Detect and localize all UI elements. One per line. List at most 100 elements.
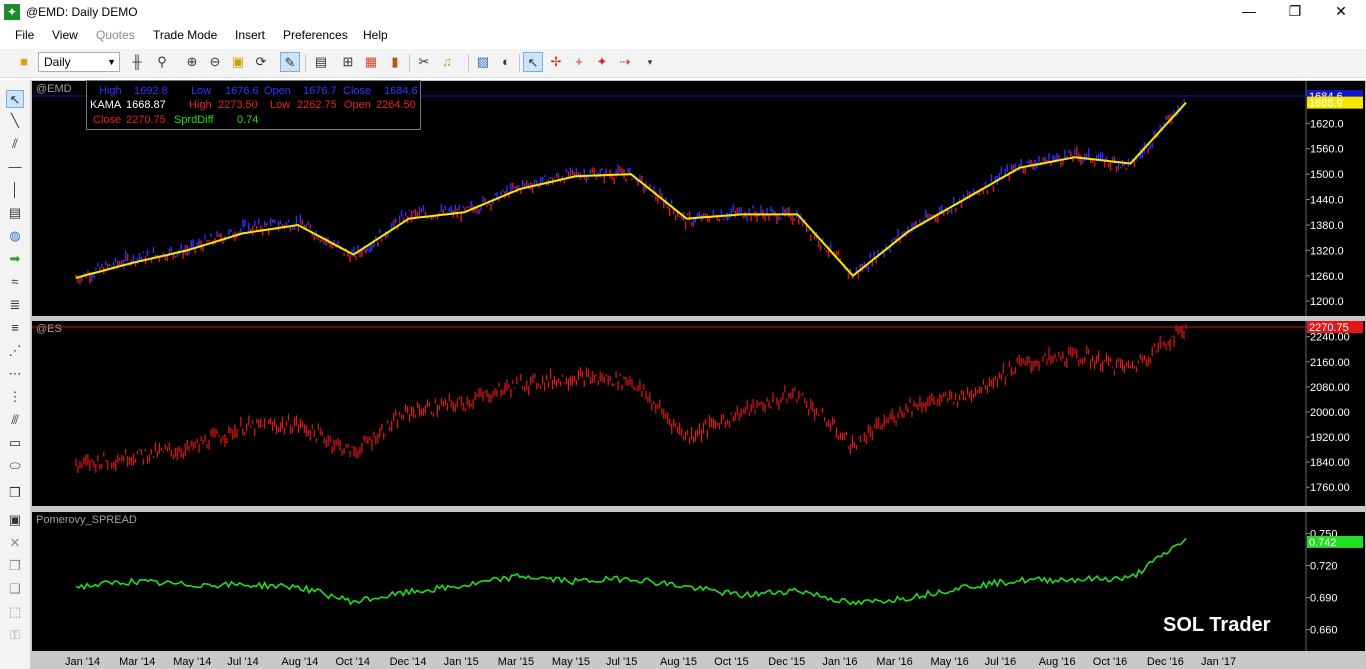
kama-value-label: 1668.9	[1309, 98, 1343, 110]
text-note-icon[interactable]: ▤	[6, 204, 24, 222]
trendline-tool-icon[interactable]: ╲	[6, 112, 24, 130]
dw-emd-open-label: Open	[264, 85, 291, 97]
rectangle-tool-icon[interactable]: ▭	[6, 434, 24, 452]
notebook-icon[interactable]: ▧	[473, 52, 493, 72]
toolbar: ■ Daily ▼ ╫ ⚲ ⊕ ⊖ ▣ ⟳ ✎ ▤ ⊞ ▦ ▮ ✂ ♫ ▧ ◐ …	[0, 49, 1366, 78]
minimize-button[interactable]: —	[1226, 0, 1272, 24]
lock-icon[interactable]: ▣	[228, 52, 248, 72]
wave-tool-icon[interactable]: ≈	[6, 273, 24, 291]
dw-emd-low: 1676.6	[225, 85, 259, 97]
price-tick-label: 0.690	[1310, 593, 1338, 605]
price-tick-label: 2080.00	[1310, 382, 1350, 394]
dw-emd-close-label: Close	[343, 85, 372, 97]
refresh-icon[interactable]: ⟳	[251, 52, 271, 72]
pitchfork-icon[interactable]: ⋯	[6, 365, 24, 383]
channel-tool-icon[interactable]: ⫽	[6, 135, 24, 153]
price-tick-label: 1620.0	[1310, 118, 1344, 130]
dw-es-low: 2262.75	[297, 99, 337, 111]
select-tool-icon[interactable]: ↖	[6, 90, 24, 108]
pane-title: @ES	[36, 323, 62, 335]
chevron-down-icon: ▼	[107, 57, 116, 67]
menu-trade-mode[interactable]: Trade Mode	[153, 28, 217, 42]
tree-icon[interactable]: ⊞	[338, 52, 358, 72]
pane-title: Pomerovy_SPREAD	[36, 514, 137, 526]
color-bars-icon[interactable]: ▦	[361, 52, 381, 72]
menu-file[interactable]: File	[15, 28, 34, 42]
price-tick-label: 1260.0	[1310, 271, 1344, 283]
crosshair-red-icon[interactable]: +	[569, 52, 589, 72]
fibonacci-icon[interactable]: ≣	[6, 296, 24, 314]
time-axis-label: May '15	[552, 656, 590, 668]
dw-kama-label: KAMA	[90, 99, 122, 111]
dw-emd-low-label: Low	[191, 85, 212, 97]
time-axis-label: May '16	[931, 656, 969, 668]
dw-spread-label: SprdDiff	[174, 114, 214, 126]
dw-emd-close: 1684.6	[384, 85, 418, 97]
time-axis-label: Aug '15	[660, 656, 697, 668]
dw-kama: 1668.87	[126, 99, 166, 111]
chart-canvas[interactable]: @EMD 1620.0 1560.0 1500.0 1440.0 1380.0 1320.0…	[31, 80, 1366, 669]
ellipse-tool-icon[interactable]: ⬭	[6, 457, 24, 475]
gann-fan-icon[interactable]: ⋰	[6, 342, 24, 360]
close-button[interactable]: ✕	[1318, 0, 1364, 24]
arrow-tool-icon[interactable]: ➡	[6, 250, 24, 268]
menu-preferences[interactable]: Preferences	[283, 28, 348, 42]
menu-view[interactable]: View	[52, 28, 78, 42]
price-tick-label: 2160.00	[1310, 357, 1350, 369]
paste-icon[interactable]: ❏	[6, 580, 24, 598]
time-axis-label: Jan '14	[65, 656, 100, 668]
time-axis-label: Dec '16	[1147, 656, 1184, 668]
histogram-icon[interactable]: ▮	[385, 52, 405, 72]
menu-help[interactable]: Help	[363, 28, 388, 42]
price-tick-label: 1200.0	[1310, 296, 1344, 308]
watermark: SOL Trader	[1163, 614, 1271, 636]
dw-emd-high-label: High	[99, 85, 122, 97]
zoom-icon[interactable]: ⚲	[152, 52, 172, 72]
time-axis-label: Oct '15	[714, 656, 749, 668]
lock-drawing-icon[interactable]: ⚿	[6, 626, 24, 644]
app-logo-icon: ✦	[4, 4, 20, 20]
copy-icon[interactable]: ❐	[6, 557, 24, 575]
instrument-icon[interactable]: ■	[14, 52, 34, 72]
menu-quotes[interactable]: Quotes	[96, 28, 135, 42]
template-icon[interactable]: ▤	[311, 52, 331, 72]
alert-icon[interactable]: ♫	[437, 52, 457, 72]
toolbar-overflow-icon[interactable]: ▾	[640, 52, 660, 72]
zoom-in-icon[interactable]: ⊕	[182, 52, 202, 72]
time-axis-label: Jan '16	[822, 656, 857, 668]
horizontal-line-icon[interactable]: —	[6, 158, 24, 176]
properties-icon[interactable]: ▣	[6, 511, 24, 529]
pointer-icon[interactable]: ↖	[523, 52, 543, 72]
maximize-button[interactable]: ❐	[1272, 0, 1318, 24]
chart-window[interactable]: @EMD 1620.0 1560.0 1500.0 1440.0 1380.0 1320.0…	[31, 80, 1366, 669]
speed-lines-icon[interactable]: ⋮	[6, 388, 24, 406]
bar-type-icon[interactable]: ╫	[127, 52, 147, 72]
time-axis-label: Aug '14	[281, 656, 318, 668]
dw-es-high: 2273.50	[218, 99, 258, 111]
dw-es-open: 2264.50	[376, 99, 416, 111]
callout-icon[interactable]: ◍	[6, 227, 24, 245]
delete-icon[interactable]: ✕	[6, 534, 24, 552]
interval-select[interactable]: Daily ▼	[38, 52, 120, 72]
dw-emd-open: 1676.7	[303, 85, 337, 97]
layers-icon[interactable]: ❒	[6, 484, 24, 502]
group-icon[interactable]: ⬚	[6, 603, 24, 621]
dw-es-low-label: Low	[270, 99, 291, 111]
parallel-lines-icon[interactable]: ⫻	[6, 411, 24, 429]
vertical-line-icon[interactable]: │	[6, 181, 24, 199]
time-axis-label: Mar '15	[498, 656, 534, 668]
zoom-out-icon[interactable]: ⊖	[205, 52, 225, 72]
crosshair-star-icon[interactable]: ✦	[592, 52, 612, 72]
fib-extension-icon[interactable]: ≡	[6, 319, 24, 337]
window-title: @EMD: Daily DEMO	[26, 5, 138, 19]
title-bar: ✦ @EMD: Daily DEMO — ❐ ✕	[0, 0, 1366, 24]
cursor-mode-icon[interactable]: ✎	[280, 52, 300, 72]
mouse-icon[interactable]: ◐	[496, 52, 516, 72]
price-tick-label: 2000.00	[1310, 407, 1350, 419]
crosshair-icon[interactable]: ✢	[546, 52, 566, 72]
cut-icon[interactable]: ✂	[414, 52, 434, 72]
crosshair-arrow-icon[interactable]: ⇢	[615, 52, 635, 72]
menu-insert[interactable]: Insert	[235, 28, 265, 42]
pane-title: @EMD	[36, 83, 72, 95]
time-axis-label: Jan '17	[1201, 656, 1236, 668]
